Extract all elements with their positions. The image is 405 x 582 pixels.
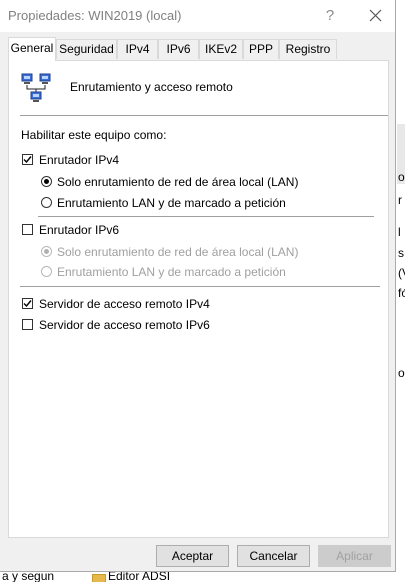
background-text-fragment: o <box>398 170 405 184</box>
tab-ipv6[interactable]: IPv6 <box>158 39 199 59</box>
ipv4-group-divider <box>38 216 374 217</box>
ipv6-remote-access-checkbox[interactable] <box>22 319 33 330</box>
ipv4-router-label[interactable]: Enrutador IPv4 <box>39 153 119 167</box>
title-bar[interactable]: Propiedades: WIN2019 (local) ? <box>0 0 395 32</box>
ipv4-router-checkbox[interactable] <box>22 154 33 165</box>
ipv4-lan-only-label[interactable]: Solo enrutamiento de red de área local (… <box>57 175 298 189</box>
ipv6-router-label[interactable]: Enrutador IPv6 <box>39 223 119 237</box>
enable-as-label: Habilitar este equipo como: <box>21 128 167 142</box>
ipv6-lan-demand-radio <box>41 266 52 277</box>
help-button[interactable]: ? <box>310 0 350 32</box>
background-bottom-strip: a y segun Editor ADSI <box>0 572 405 582</box>
header-divider <box>20 115 388 116</box>
background-text-fragment: fó <box>398 286 405 300</box>
apply-button[interactable]: Aplicar <box>318 545 391 567</box>
ipv6-group-divider <box>20 286 380 287</box>
background-text-fragment: (V <box>398 266 405 280</box>
ipv4-remote-access-label[interactable]: Servidor de acceso remoto IPv4 <box>39 297 210 311</box>
ipv6-lan-demand-label: Enrutamiento LAN y de marcado a petición <box>57 265 286 279</box>
properties-dialog: Propiedades: WIN2019 (local) ? General S… <box>0 0 396 572</box>
ipv6-lan-only-radio <box>41 246 52 257</box>
ipv4-lan-demand-label[interactable]: Enrutamiento LAN y de marcado a petición <box>57 196 286 210</box>
background-list-item[interactable]: Editor ADSI <box>108 572 170 582</box>
dialog-title: Propiedades: WIN2019 (local) <box>8 8 182 23</box>
ipv6-router-checkbox[interactable] <box>22 224 33 235</box>
tab-ppp[interactable]: PPP <box>243 39 279 59</box>
ipv4-lan-demand-radio[interactable] <box>41 197 52 208</box>
folder-icon <box>92 574 106 582</box>
checkmark-icon <box>23 300 32 308</box>
close-button[interactable] <box>355 0 395 32</box>
accept-button[interactable]: Aceptar <box>156 545 229 567</box>
tab-ipv4[interactable]: IPv4 <box>117 39 158 59</box>
background-text-fragment: s <box>398 246 404 260</box>
close-icon <box>369 9 382 22</box>
background-text-fragment: l <box>398 225 401 239</box>
ipv6-remote-access-label[interactable]: Servidor de acceso remoto IPv6 <box>39 318 210 332</box>
network-routing-icon <box>21 73 51 102</box>
background-text-fragment: a y segun <box>2 572 55 582</box>
tab-ikev2[interactable]: IKEv2 <box>199 39 243 59</box>
section-header: Enrutamiento y acceso remoto <box>70 80 233 94</box>
tab-general[interactable]: General <box>8 37 56 61</box>
tab-logging[interactable]: Registro <box>279 39 337 59</box>
background-text-fragment: r <box>398 193 402 207</box>
ipv4-lan-only-radio[interactable] <box>41 176 52 187</box>
ipv6-lan-only-label: Solo enrutamiento de red de área local (… <box>57 245 299 259</box>
tab-security[interactable]: Seguridad <box>56 39 117 59</box>
cancel-button[interactable]: Cancelar <box>237 545 310 567</box>
background-text-fragment: o <box>398 366 405 380</box>
ipv4-remote-access-checkbox[interactable] <box>22 298 33 309</box>
checkmark-icon <box>23 156 32 164</box>
